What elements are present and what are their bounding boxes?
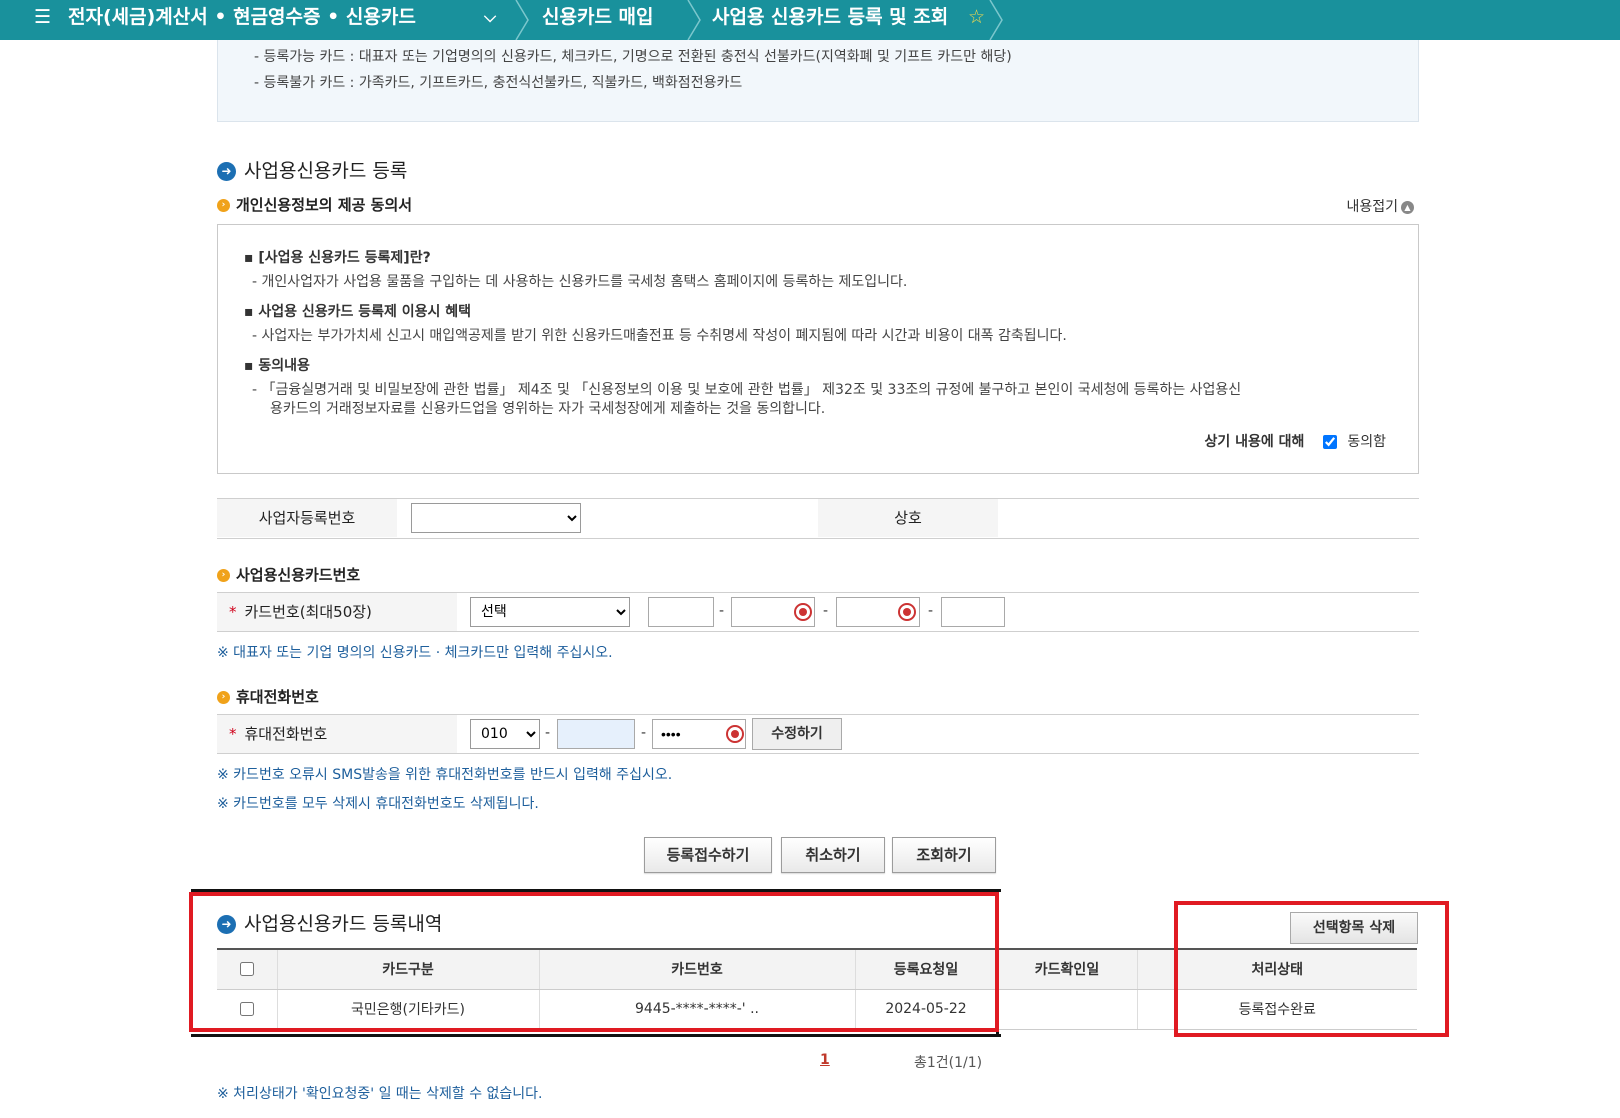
row-divider (217, 631, 1419, 632)
consent-text-agreement-2: 용카드의 거래정보자료를 신용카드업을 영위하는 자가 국세청장에게 제출하는 … (270, 401, 826, 417)
hamburger-menu-icon[interactable]: ☰ (34, 0, 51, 40)
consent-text-benefit: - 사업자는 부가가치세 신고시 매입액공제를 받기 위한 신용카드매출전표 등… (252, 328, 1067, 344)
search-button[interactable]: 조회하기 (892, 837, 996, 873)
dash: - (928, 603, 934, 619)
agree-prefix: 상기 내용에 대해 (1204, 434, 1305, 450)
highlight-box-history (189, 892, 999, 1032)
confirm-date-cell (996, 989, 1137, 1030)
card-eligibility-info: - 등록가능 카드 : 대표자 또는 기업명의의 신용카드, 체크카드, 기명으… (217, 40, 1419, 122)
page-link-1[interactable]: 1 (820, 1052, 830, 1068)
breadcrumb-divider (986, 0, 1006, 41)
card-number-label: * 카드번호(최대50장) (217, 593, 457, 631)
agree-label[interactable]: 동의함 (1347, 434, 1386, 450)
bizno-label: 사업자등록번호 (217, 499, 397, 537)
chevron-down-icon[interactable]: ⌵ (484, 0, 496, 40)
phone-note-2: ※ 카드번호를 모두 삭제시 휴대전화번호도 삭제됩니다. (217, 796, 539, 812)
dash: - (719, 603, 725, 619)
consent-text-agreement-1: - 「금융실명거래 및 비밀보장에 관한 법률」 제4조 및 「신용정보의 이용… (252, 382, 1242, 398)
phone-note-1: ※ 카드번호 오류시 SMS발송을 위한 휴대전화번호를 반드시 입력해 주십시… (217, 767, 673, 783)
card-number-part1[interactable] (648, 597, 714, 627)
consent-text-definition: - 개인사업자가 사업용 물품을 구입하는 데 사용하는 신용카드를 국세청 홈… (252, 274, 908, 290)
dash: - (823, 603, 829, 619)
submit-registration-button[interactable]: 등록접수하기 (644, 837, 772, 873)
phone-label: * 휴대전화번호 (217, 715, 457, 753)
dash: - (641, 725, 647, 741)
phone-prefix-select[interactable]: 010 (470, 719, 540, 749)
card-section-text: 사업용신용카드번호 (236, 566, 361, 584)
card-number-label-text: 카드번호(최대50장) (244, 603, 372, 621)
row-divider (217, 753, 1419, 754)
consent-title-text: 개인신용정보의 제공 동의서 (236, 196, 413, 214)
highlight-box-status (1174, 901, 1449, 1037)
total-count: 총1건(1/1) (914, 1055, 983, 1071)
top-navigation-bar: ☰ 전자(세금)계산서 • 현금영수증 • 신용카드 ⌵ 신용카드 매입 사업용… (0, 0, 1620, 41)
row-divider (217, 538, 1419, 539)
masked-eye-icon[interactable] (898, 603, 916, 621)
phone-middle-input[interactable] (557, 719, 635, 749)
consent-content-box: ▪ [사업용 신용카드 등록제]란? - 개인사업자가 사업용 물품을 구입하는… (217, 224, 1419, 474)
column-header: 카드확인일 (996, 948, 1137, 990)
phone-section-text: 휴대전화번호 (236, 688, 319, 706)
collapse-toggle[interactable]: 내용접기 ▲ (1346, 196, 1414, 216)
card-number-part4[interactable] (941, 597, 1005, 627)
orange-arrow-icon: › (217, 691, 230, 704)
consent-heading-definition: ▪ [사업용 신용카드 등록제]란? (244, 250, 431, 266)
delete-footnote: ※ 처리상태가 '확인요청중' 일 때는 삭제할 수 없습니다. (217, 1086, 543, 1102)
breadcrumb-divider (684, 0, 704, 41)
black-outline-bottom (191, 1034, 1001, 1037)
cancel-button[interactable]: 취소하기 (781, 837, 885, 873)
arrow-circle-icon: ➜ (217, 162, 236, 181)
section-title-register: ➜ 사업용신용카드 등록 (217, 156, 407, 183)
card-section-title: › 사업용신용카드번호 (217, 564, 360, 585)
edit-phone-button[interactable]: 수정하기 (752, 718, 842, 750)
chevron-up-icon[interactable]: ▲ (1401, 200, 1414, 214)
card-company-select[interactable]: 선택 (470, 597, 630, 627)
orange-arrow-icon: › (217, 569, 230, 582)
card-note: ※ 대표자 또는 기업 명의의 신용카드 · 체크카드만 입력해 주십시오. (217, 645, 613, 661)
consent-title: › 개인신용정보의 제공 동의서 (217, 194, 412, 215)
agree-checkbox[interactable] (1322, 435, 1337, 449)
collapse-label[interactable]: 내용접기 (1346, 199, 1398, 215)
menu-title[interactable]: 전자(세금)계산서 • 현금영수증 • 신용카드 (68, 0, 416, 40)
consent-heading-benefit: ▪ 사업용 신용카드 등록제 이용시 혜택 (244, 304, 472, 320)
breadcrumb-card-purchase[interactable]: 신용카드 매입 (542, 0, 654, 40)
masked-eye-icon[interactable] (794, 603, 812, 621)
bizno-select[interactable] (411, 503, 581, 533)
breadcrumb-divider (512, 0, 532, 41)
consent-heading-agreement: ▪ 동의내용 (244, 358, 310, 374)
company-label: 상호 (818, 499, 998, 537)
info-line-eligible: - 등록가능 카드 : 대표자 또는 기업명의의 신용카드, 체크카드, 기명으… (254, 49, 1012, 65)
agree-line: 상기 내용에 대해 동의함 (1205, 431, 1386, 451)
orange-arrow-icon: › (217, 199, 230, 212)
favorite-star-icon[interactable]: ☆ (968, 0, 985, 40)
section-title-register-text: 사업용신용카드 등록 (244, 160, 408, 182)
phone-section-title: › 휴대전화번호 (217, 686, 319, 707)
required-mark: * (229, 603, 237, 621)
required-mark: * (229, 725, 237, 743)
masked-eye-icon[interactable] (726, 725, 744, 743)
breadcrumb-current-page: 사업용 신용카드 등록 및 조회 (712, 6, 949, 28)
info-line-ineligible: - 등록불가 카드 : 가족카드, 기프트카드, 충전식선불카드, 직불카드, … (254, 75, 743, 91)
dash: - (545, 725, 551, 741)
phone-label-text: 휴대전화번호 (244, 725, 328, 743)
